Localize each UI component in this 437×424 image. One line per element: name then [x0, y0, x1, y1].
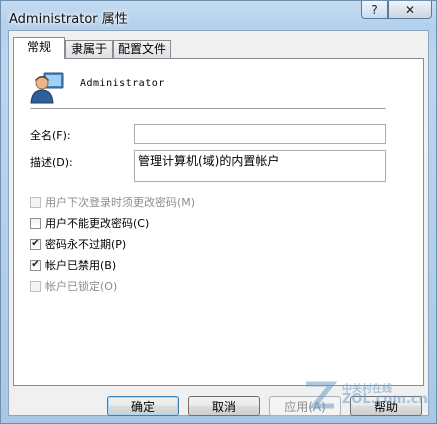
separator: [30, 108, 386, 110]
title-bar[interactable]: Administrator 属性 ? ✕: [1, 1, 436, 31]
check-mark-icon: ✔: [31, 259, 40, 270]
close-button[interactable]: ✕: [388, 1, 432, 19]
ok-button[interactable]: 确定: [107, 396, 179, 416]
tab-profile[interactable]: 配置文件: [113, 40, 171, 58]
user-name: Administrator: [80, 78, 165, 89]
checkbox-box[interactable]: ✔: [30, 259, 41, 271]
account-locked-checkbox[interactable]: 帐户已锁定(O): [30, 278, 117, 294]
checkbox-label: 帐户已锁定(O): [45, 280, 118, 293]
close-icon: ✕: [404, 2, 416, 17]
checkbox-box[interactable]: [30, 217, 41, 229]
question-icon: ?: [371, 2, 378, 17]
checkbox-box[interactable]: ✔: [30, 238, 41, 250]
tab-member-of[interactable]: 隶属于: [65, 40, 113, 58]
help-title-button[interactable]: ?: [361, 1, 388, 19]
apply-button[interactable]: 应用(A): [269, 396, 341, 416]
cannot-change-password-checkbox[interactable]: 用户不能更改密码(C): [30, 215, 149, 231]
description-input[interactable]: 管理计算机(域)的内置帐户: [134, 150, 386, 182]
window-title: Administrator 属性: [9, 12, 128, 27]
fullname-label: 全名(F):: [30, 129, 71, 142]
checkbox-box[interactable]: [30, 280, 41, 292]
password-never-expires-checkbox[interactable]: ✔ 密码永不过期(P): [30, 236, 126, 252]
must-change-password-checkbox[interactable]: 用户下次登录时须更改密码(M): [30, 194, 195, 210]
checkbox-box[interactable]: [30, 196, 41, 208]
tab-label: 配置文件: [117, 42, 166, 56]
tab-general[interactable]: 常规: [13, 37, 65, 59]
fullname-input[interactable]: [134, 124, 386, 144]
tab-label: 常规: [26, 40, 51, 54]
checkbox-label: 用户下次登录时须更改密码(M): [45, 196, 196, 209]
tab-label: 隶属于: [70, 42, 107, 56]
checkbox-label: 帐户已禁用(B): [45, 259, 117, 272]
help-button[interactable]: 帮助: [350, 396, 422, 416]
checkbox-label: 用户不能更改密码(C): [45, 217, 150, 230]
account-disabled-checkbox[interactable]: ✔ 帐户已禁用(B): [30, 257, 116, 273]
check-mark-icon: ✔: [31, 238, 40, 249]
description-label: 描述(D):: [30, 156, 73, 169]
checkbox-label: 密码永不过期(P): [45, 238, 127, 251]
user-icon: [30, 72, 64, 104]
cancel-button[interactable]: 取消: [188, 396, 260, 416]
